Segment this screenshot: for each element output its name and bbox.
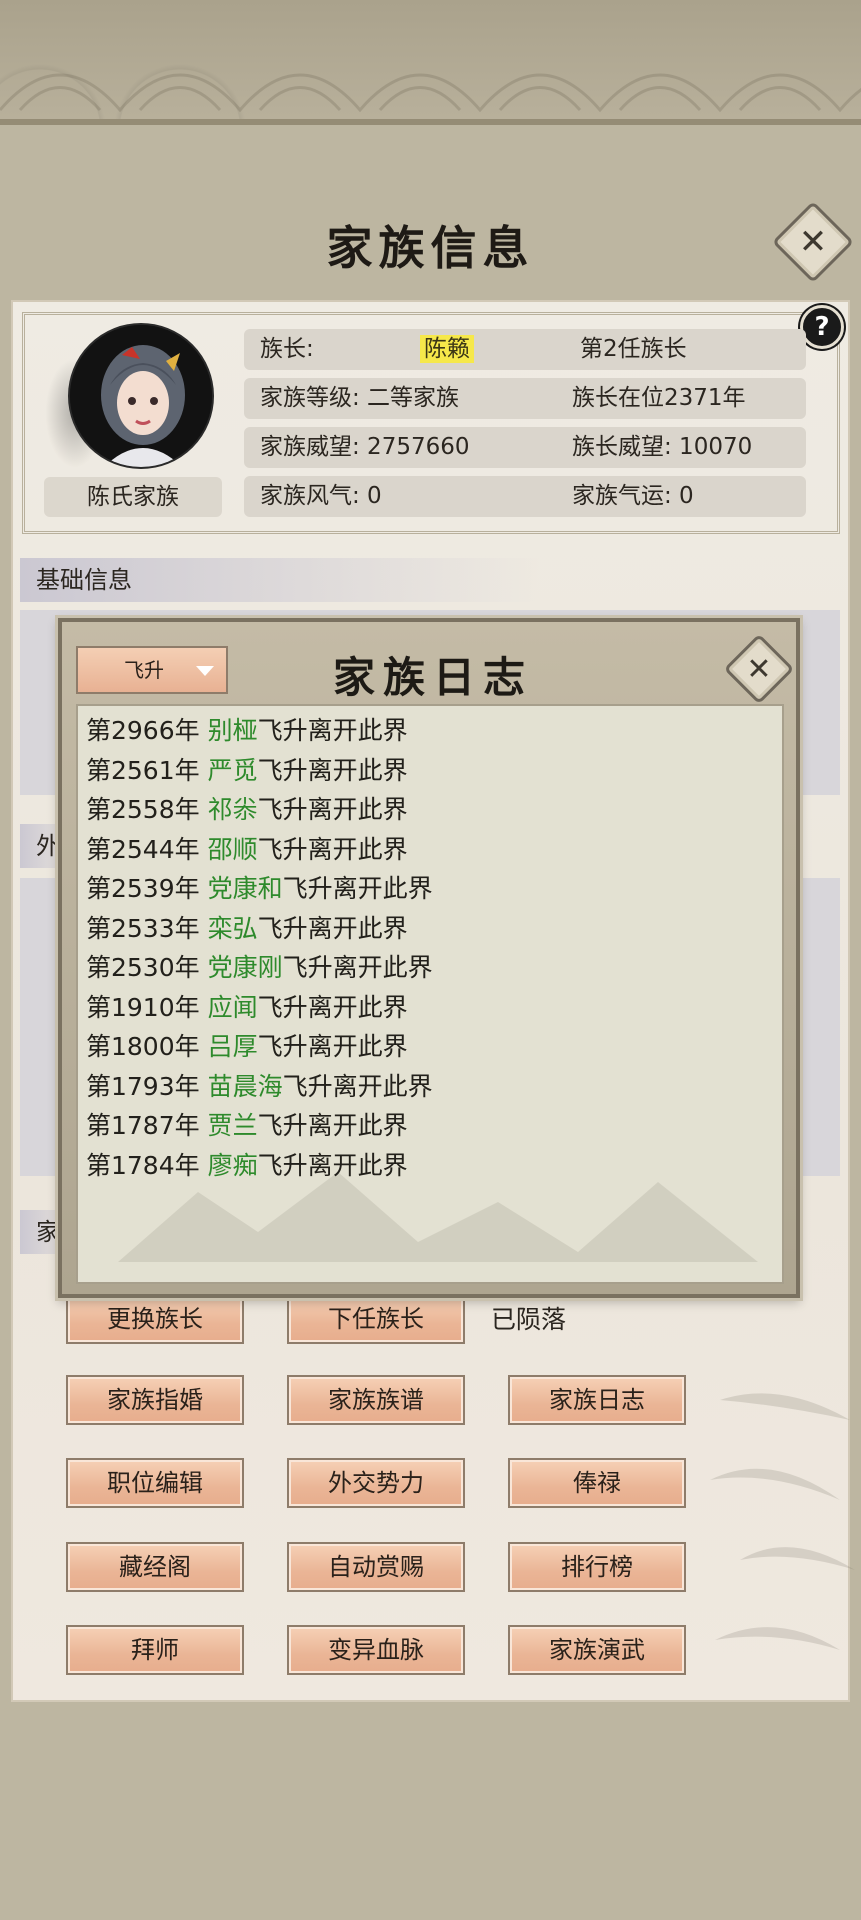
log-entry-event: 飞升离开此界 xyxy=(257,1150,408,1180)
top-decoration-band xyxy=(0,0,861,125)
leader-name[interactable]: 陈籁 xyxy=(420,335,474,363)
leader-status: 已陨落 xyxy=(491,1305,567,1334)
avatar xyxy=(68,323,214,469)
clan-prestige: 家族威望: 2757660 xyxy=(260,434,470,460)
log-entry-year: 第1787年 xyxy=(86,1111,200,1140)
leader-rank: 第2任族长 xyxy=(580,336,687,362)
level-row: 家族等级: 二等家族 族长在位2371年 xyxy=(244,378,806,419)
log-entry-event: 飞升离开此界 xyxy=(282,874,433,903)
prestige-row: 家族威望: 2757660 族长威望: 10070 xyxy=(244,427,806,468)
log-entry-year: 第1784年 xyxy=(86,1150,200,1180)
marriage-button[interactable]: 家族指婚 xyxy=(66,1375,244,1425)
log-entry-name[interactable]: 祁尜 xyxy=(208,795,258,824)
page-title: 家族信息 xyxy=(326,221,535,275)
log-entry-event: 飞升离开此界 xyxy=(282,953,433,982)
log-filter-dropdown[interactable]: 飞升 xyxy=(76,646,228,694)
log-entry: 第2533年 栾弘飞升离开此界 xyxy=(86,909,408,949)
log-entry: 第2544年 邵顺飞升离开此界 xyxy=(86,830,408,870)
chevron-down-icon xyxy=(196,666,214,676)
log-entry-name[interactable]: 应闻 xyxy=(208,993,258,1022)
leader-row: 族长: 陈籁 第2任族长 xyxy=(244,329,806,370)
log-entry-year: 第2966年 xyxy=(86,716,200,745)
basic-info-header: 基础信息 xyxy=(20,558,540,602)
genealogy-button[interactable]: 家族族谱 xyxy=(287,1375,465,1425)
log-entry: 第1787年 贾兰飞升离开此界 xyxy=(86,1106,408,1146)
log-entry-event: 飞升离开此界 xyxy=(257,716,408,745)
log-entry-event: 飞升离开此界 xyxy=(257,1111,408,1140)
log-entry: 第1800年 吕厚飞升离开此界 xyxy=(86,1027,408,1067)
log-entry-year: 第2558年 xyxy=(86,795,200,824)
log-entry: 第2561年 严觅飞升离开此界 xyxy=(86,751,408,791)
log-entry-year: 第2533年 xyxy=(86,913,200,943)
log-entry-name[interactable]: 别桠 xyxy=(208,716,258,745)
log-entry: 第2539年 党康和飞升离开此界 xyxy=(86,869,433,909)
log-entry-event: 飞升离开此界 xyxy=(257,1032,408,1061)
log-entry-name[interactable]: 廖痴 xyxy=(208,1151,258,1180)
clan-log-dialog: 家族日志 飞升 ✕ 第2966年 别桠飞升离开此界 第2561年 严觅飞升离开此界… xyxy=(58,618,800,1298)
next-leader-button[interactable]: 下任族长 xyxy=(287,1294,465,1344)
leader-tenure: 族长在位2371年 xyxy=(572,385,746,411)
log-entry-name[interactable]: 党康刚 xyxy=(208,953,283,982)
log-list: 第2966年 别桠飞升离开此界 第2561年 严觅飞升离开此界 第2558年 祁尜飞… xyxy=(76,704,784,1284)
log-entry-event: 飞升离开此界 xyxy=(257,992,408,1022)
library-button[interactable]: 藏经阁 xyxy=(66,1542,244,1592)
clan-name-label: 陈氏家族 xyxy=(44,477,222,517)
log-entry-year: 第1793年 xyxy=(86,1071,200,1101)
log-entry-name[interactable]: 严觅 xyxy=(208,756,258,785)
log-entry: 第2530年 党康刚飞升离开此界 xyxy=(86,948,433,988)
wave-pattern xyxy=(0,73,861,113)
bloodline-button[interactable]: 变异血脉 xyxy=(287,1625,465,1675)
leader-avatar[interactable] xyxy=(45,318,220,478)
log-entry-name[interactable]: 贾兰 xyxy=(208,1111,258,1140)
log-entry-event: 飞升离开此界 xyxy=(282,1071,433,1101)
log-entry-year: 第2561年 xyxy=(86,755,200,785)
ranking-button[interactable]: 排行榜 xyxy=(508,1542,686,1592)
log-filter-value: 飞升 xyxy=(124,658,164,682)
log-entry-name[interactable]: 邵顺 xyxy=(208,835,258,864)
positions-button[interactable]: 职位编辑 xyxy=(66,1458,244,1508)
bamboo-decoration xyxy=(710,1393,855,1650)
log-entry-name[interactable]: 党康和 xyxy=(208,874,283,903)
log-entry-name[interactable]: 吕厚 xyxy=(208,1032,258,1061)
log-entry-name[interactable]: 苗晨海 xyxy=(208,1072,283,1101)
clan-level: 家族等级: 二等家族 xyxy=(260,385,460,411)
log-entry-event: 飞升离开此界 xyxy=(257,795,408,824)
log-entry-year: 第2530年 xyxy=(86,953,200,982)
log-entry-year: 第1800年 xyxy=(86,1032,200,1061)
log-entry: 第1793年 苗晨海飞升离开此界 xyxy=(86,1067,433,1107)
log-entry-year: 第1910年 xyxy=(86,992,200,1022)
mentor-button[interactable]: 拜师 xyxy=(66,1625,244,1675)
morale-row: 家族风气: 0 家族气运: 0 xyxy=(244,476,806,517)
clan-morale: 家族风气: 0 xyxy=(260,483,382,509)
log-entry-name[interactable]: 栾弘 xyxy=(208,914,258,943)
martial-button[interactable]: 家族演武 xyxy=(508,1625,686,1675)
clan-log-button[interactable]: 家族日志 xyxy=(508,1375,686,1425)
log-entry-event: 飞升离开此界 xyxy=(257,834,408,864)
leader-prestige: 族长威望: 10070 xyxy=(572,434,753,460)
log-entry-year: 第2539年 xyxy=(86,874,200,903)
diplomacy-button[interactable]: 外交势力 xyxy=(287,1458,465,1508)
log-entry-event: 飞升离开此界 xyxy=(257,755,408,785)
portrait-icon xyxy=(70,325,212,467)
clan-fortune: 家族气运: 0 xyxy=(572,483,694,509)
help-button[interactable]: ? xyxy=(800,305,844,349)
log-entry: 第1910年 应闻飞升离开此界 xyxy=(86,988,408,1028)
log-entry-year: 第2544年 xyxy=(86,834,200,864)
log-entry-event: 飞升离开此界 xyxy=(257,913,408,943)
close-icon: ✕ xyxy=(798,222,828,262)
change-leader-button[interactable]: 更换族长 xyxy=(66,1294,244,1344)
salary-button[interactable]: 俸禄 xyxy=(508,1458,686,1508)
auto-reward-button[interactable]: 自动赏赐 xyxy=(287,1542,465,1592)
close-icon: ✕ xyxy=(746,651,772,687)
log-entry: 第2558年 祁尜飞升离开此界 xyxy=(86,790,408,830)
leader-label: 族长: xyxy=(260,336,314,362)
log-entry: 第1784年 廖痴飞升离开此界 xyxy=(86,1146,408,1186)
log-entry: 第2966年 别桠飞升离开此界 xyxy=(86,711,408,751)
